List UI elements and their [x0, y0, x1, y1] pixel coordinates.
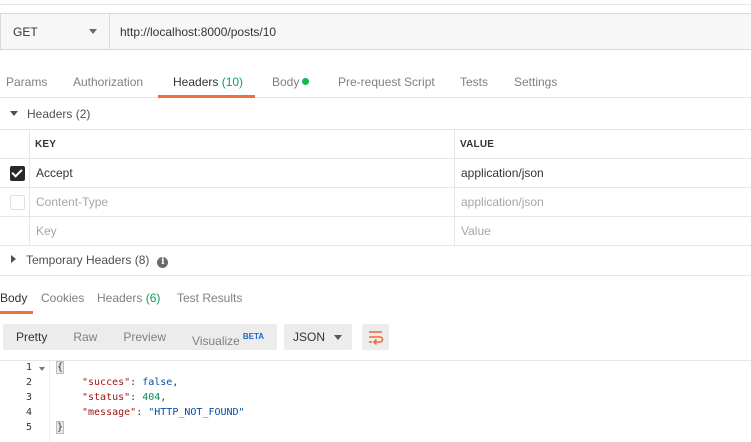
- format-label: JSON: [293, 330, 326, 344]
- checkbox-cell: [0, 188, 30, 216]
- url-input[interactable]: http://localhost:8000/posts/10: [120, 14, 276, 49]
- line-number: 3: [25, 392, 32, 403]
- header-key[interactable]: Content-Type: [30, 188, 455, 216]
- mode-preview[interactable]: Preview: [110, 324, 179, 350]
- response-body-code[interactable]: 1 2 3 4 5 { "succes": false, "status": 4…: [0, 360, 751, 442]
- tab-label: Headers: [173, 75, 219, 89]
- tab-params[interactable]: Params: [6, 66, 47, 98]
- tab-label: Authorization: [73, 75, 144, 89]
- line-number: 4: [25, 407, 32, 418]
- column-header-value: VALUE: [460, 138, 495, 150]
- code-line: "succes": false,: [82, 377, 179, 388]
- code-line: "message": "HTTP_NOT_FOUND": [82, 407, 245, 418]
- table-row-new: Key Value: [0, 217, 751, 246]
- tab-label: Body: [0, 291, 28, 305]
- line-number: 2: [25, 377, 32, 388]
- code-line: }: [55, 421, 65, 434]
- json-key: "succes": [82, 377, 131, 388]
- tab-authorization[interactable]: Authorization: [73, 66, 143, 98]
- tab-label: Cookies: [41, 291, 85, 305]
- section-title: Temporary Headers: [26, 253, 132, 267]
- view-mode-selector: Pretty Raw Preview Visualize BETA: [3, 324, 278, 350]
- caret-down-icon: [10, 111, 18, 116]
- header-key[interactable]: Accept: [30, 159, 455, 187]
- wrap-lines-button[interactable]: [362, 324, 389, 350]
- headers-section-toggle[interactable]: Headers (2): [10, 105, 90, 123]
- header-value[interactable]: application/json: [455, 188, 751, 216]
- request-tabs: Params Authorization Headers (10) Body P…: [0, 66, 751, 98]
- tab-settings[interactable]: Settings: [514, 66, 557, 98]
- tab-label: Test Results: [177, 291, 243, 305]
- mode-raw[interactable]: Raw: [60, 324, 110, 350]
- response-tabs: Body Cookies Headers (6) Test Results: [0, 285, 751, 314]
- new-value-input[interactable]: Value: [455, 217, 751, 245]
- json-value: false: [142, 377, 173, 388]
- close-brace: }: [55, 421, 65, 434]
- mode-visualize[interactable]: Visualize BETA: [179, 324, 277, 350]
- wrap-lines-icon: [369, 331, 384, 346]
- fold-arrow-icon[interactable]: [39, 367, 45, 371]
- section-count: (8): [134, 253, 150, 267]
- status-dot-icon: [302, 78, 310, 85]
- header-value[interactable]: application/json: [455, 159, 751, 187]
- mode-pretty[interactable]: Pretty: [3, 324, 60, 350]
- tab-response-headers[interactable]: Headers (6): [97, 285, 160, 311]
- headers-table: KEY VALUE Accept application/json Conten…: [0, 129, 751, 246]
- section-title: Headers: [27, 107, 73, 121]
- line-number: 5: [25, 422, 32, 433]
- line-number-gutter: 1 2 3 4 5: [0, 361, 50, 442]
- mode-label: Visualize: [192, 334, 240, 348]
- header-checkbox-unchecked[interactable]: [10, 195, 25, 210]
- header-checkbox-checked[interactable]: [10, 166, 25, 181]
- line-number: 1: [25, 362, 32, 373]
- json-key: "message": [82, 407, 137, 418]
- table-header-row: KEY VALUE: [0, 130, 751, 159]
- tab-body[interactable]: Body: [272, 66, 310, 98]
- code-line: {: [55, 361, 65, 374]
- checkbox-cell: [0, 217, 30, 245]
- json-key: "status": [82, 392, 131, 403]
- tab-cookies[interactable]: Cookies: [41, 285, 84, 311]
- tab-test-results[interactable]: Test Results: [177, 285, 242, 311]
- new-key-input[interactable]: Key: [30, 217, 455, 245]
- tab-label: Headers: [97, 291, 143, 305]
- json-value: "HTTP_NOT_FOUND": [148, 407, 245, 418]
- column-header-key: KEY: [30, 130, 455, 158]
- section-count: (2): [75, 107, 91, 121]
- checkbox-cell: [0, 159, 30, 187]
- open-brace: {: [55, 361, 65, 374]
- chevron-down-icon: [89, 29, 97, 34]
- top-divider: [0, 0, 751, 5]
- method-label: GET: [13, 24, 38, 39]
- method-select[interactable]: GET: [1, 14, 110, 49]
- json-sep: ,: [172, 377, 179, 388]
- request-bar: GET http://localhost:8000/posts/10: [0, 13, 751, 50]
- chevron-down-icon: [334, 335, 342, 340]
- code-line: "status": 404,: [82, 392, 167, 403]
- tab-label: Pre-request Script: [338, 75, 435, 89]
- divider: [0, 275, 751, 276]
- table-row: Content-Type application/json: [0, 188, 751, 217]
- tab-pre-request-script[interactable]: Pre-request Script: [338, 66, 435, 98]
- beta-badge: BETA: [242, 332, 265, 341]
- tab-headers[interactable]: Headers (10): [173, 66, 243, 98]
- tab-count: (6): [145, 291, 161, 305]
- tab-label: Body: [272, 75, 300, 89]
- tab-response-body[interactable]: Body: [0, 285, 27, 311]
- info-icon[interactable]: i: [157, 257, 169, 268]
- tab-label: Params: [6, 75, 48, 89]
- json-sep: ,: [160, 392, 167, 403]
- table-header-cell: [0, 130, 30, 158]
- table-row: Accept application/json: [0, 159, 751, 188]
- tab-count: (10): [221, 75, 244, 89]
- json-value: 404: [142, 392, 161, 403]
- tab-label: Settings: [514, 75, 558, 89]
- caret-right-icon: [11, 255, 16, 263]
- active-tab-indicator: [0, 311, 33, 314]
- temporary-headers-toggle[interactable]: Temporary Headers (8) i: [11, 251, 169, 269]
- tab-label: Tests: [460, 75, 489, 89]
- format-select[interactable]: JSON: [284, 324, 352, 350]
- active-tab-indicator: [158, 95, 255, 98]
- tab-tests[interactable]: Tests: [460, 66, 488, 98]
